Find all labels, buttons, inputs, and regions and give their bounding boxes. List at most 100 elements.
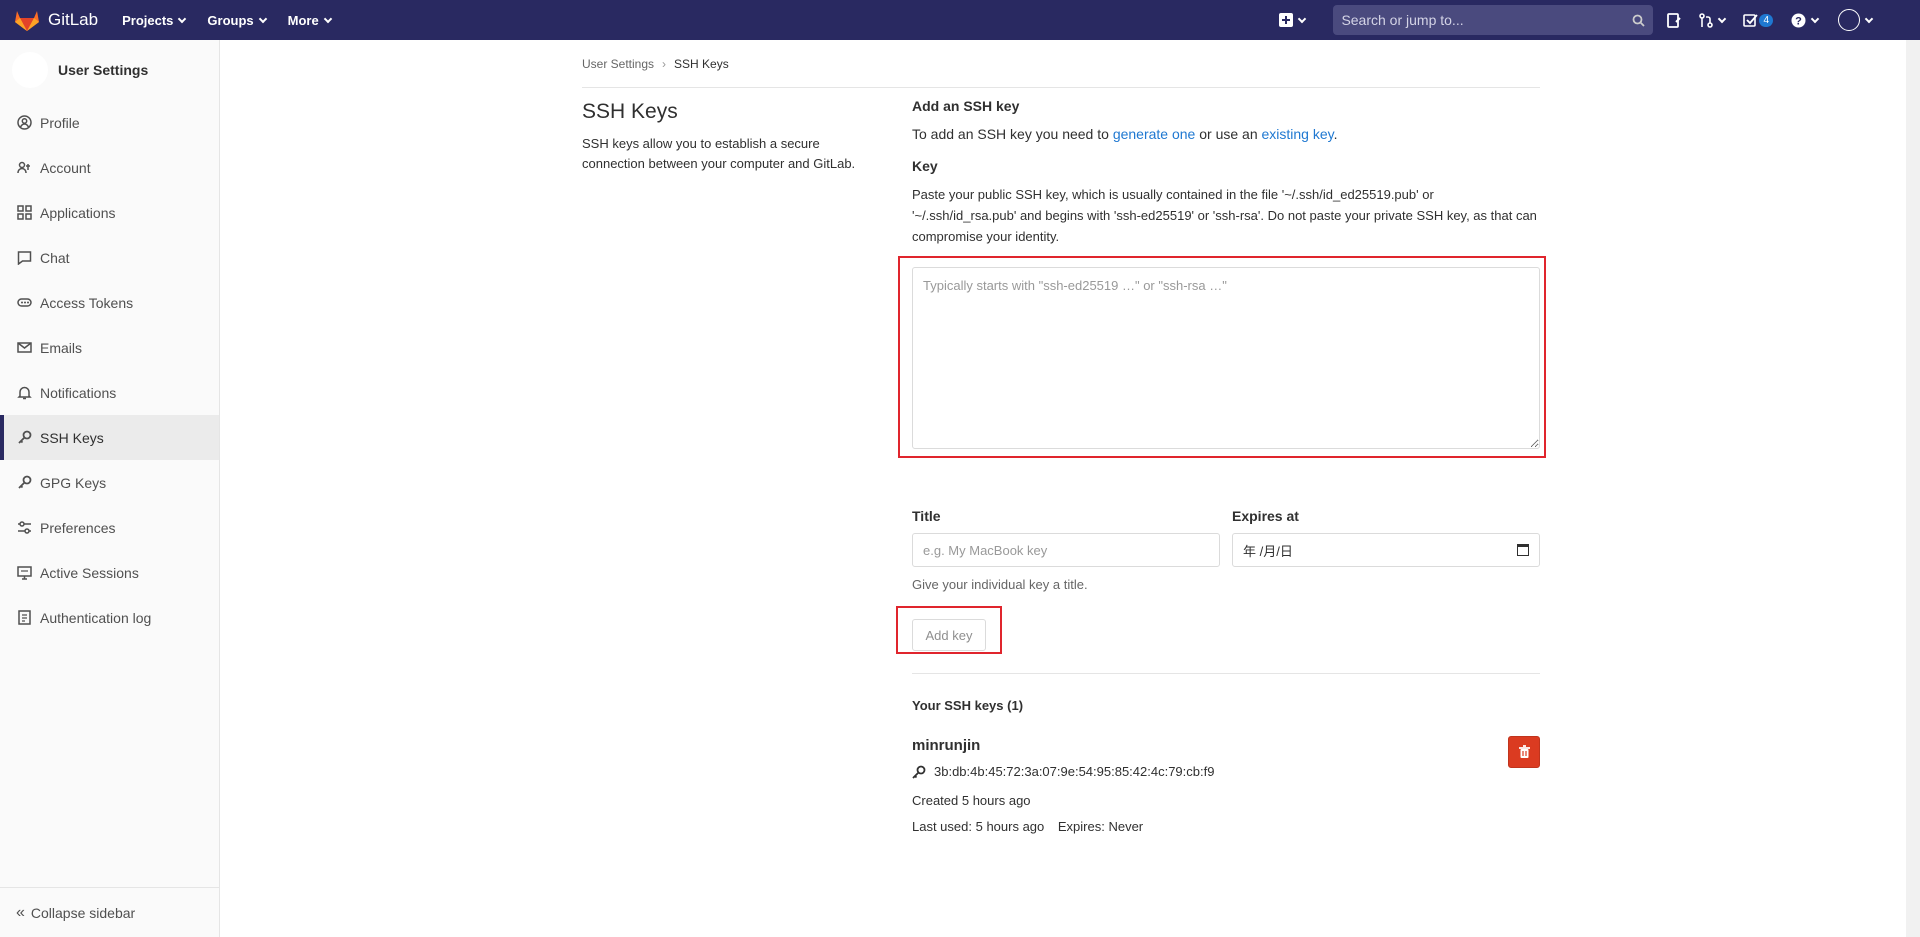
sidebar-item-preferences[interactable]: Preferences <box>0 505 219 550</box>
generate-one-link[interactable]: generate one <box>1113 126 1196 142</box>
add-key-intro: To add an SSH key you need to generate o… <box>912 126 1540 142</box>
collapse-sidebar-label: Collapse sidebar <box>30 904 136 921</box>
ssh-key-usage-row: Last used: 5 hours ago Expires: Never <box>912 819 1143 834</box>
ssh-key-expires: Expires: Never <box>1057 819 1144 834</box>
new-dropdown-button[interactable] <box>1279 6 1307 34</box>
key-label: Key <box>912 158 938 174</box>
mail-icon <box>16 340 32 356</box>
applications-icon <box>16 205 32 221</box>
chat-icon <box>16 250 32 266</box>
collapse-sidebar-button[interactable]: « Collapse sidebar <box>0 887 219 937</box>
key-icon <box>16 475 32 491</box>
todo-icon <box>1743 14 1759 27</box>
intro-middle: or use an <box>1195 126 1262 142</box>
preferences-icon <box>16 520 32 536</box>
account-icon <box>16 160 32 176</box>
nav-projects[interactable]: Projects <box>122 12 187 28</box>
page-scrollbar[interactable] <box>1906 40 1920 937</box>
sidebar-item-profile[interactable]: Profile <box>0 100 219 145</box>
sidebar-item-chat[interactable]: Chat <box>0 235 219 280</box>
sidebar-item-account[interactable]: Account <box>0 145 219 190</box>
search-box[interactable] <box>1333 5 1654 35</box>
sidebar-item-active-sessions[interactable]: Active Sessions <box>0 550 219 595</box>
nav-menu: Projects Groups More <box>122 13 353 28</box>
expires-date-value: 年 /月/日 <box>1243 543 1293 559</box>
sidebar-item-authentication-log[interactable]: Authentication log <box>0 595 219 640</box>
delete-key-button[interactable] <box>1508 736 1540 768</box>
sidebar-title: User Settings <box>58 62 149 78</box>
ssh-key-fingerprint-row: 3b:db:4b:45:72:3a:07:9e:54:95:85:42:4c:7… <box>912 764 1214 779</box>
merge-requests-button[interactable] <box>1699 6 1727 34</box>
existing-key-link[interactable]: existing key <box>1262 126 1334 142</box>
search-input[interactable] <box>1341 12 1633 28</box>
token-icon <box>16 295 32 311</box>
ssh-key-created: Created 5 hours ago <box>912 793 1031 808</box>
sidebar-item-gpg-keys[interactable]: GPG Keys <box>0 460 219 505</box>
todos-button[interactable]: 4 <box>1743 6 1773 34</box>
ssh-key-fingerprint: 3b:db:4b:45:72:3a:07:9e:54:95:85:42:4c:7… <box>934 764 1215 779</box>
gitlab-logo-icon <box>15 11 39 31</box>
breadcrumb: User Settings › SSH Keys <box>582 40 1540 88</box>
sidebar-menu: Profile Account Applications Chat Access Tok… <box>0 100 219 640</box>
key-icon <box>16 430 32 446</box>
sidebar-item-label: Applications <box>40 204 116 221</box>
sidebar-item-label: GPG Keys <box>40 474 107 491</box>
issues-icon <box>1667 12 1682 28</box>
profile-icon <box>16 115 32 131</box>
main-content: User Settings › SSH Keys SSH Keys SSH ke… <box>582 40 1546 834</box>
chevron-down-icon <box>1298 14 1307 23</box>
sidebar-item-label: Notifications <box>40 384 117 401</box>
issues-button[interactable] <box>1667 6 1682 34</box>
add-ssh-key-heading: Add an SSH key <box>912 98 1020 114</box>
your-ssh-keys-heading: Your SSH keys (1) <box>912 698 1024 713</box>
intro-suffix: . <box>1333 126 1338 142</box>
user-avatar <box>1838 9 1860 31</box>
sidebar-item-label: Active Sessions <box>40 564 139 581</box>
gitlab-home-link[interactable]: GitLab <box>14 0 98 40</box>
sidebar-item-access-tokens[interactable]: Access Tokens <box>0 280 219 325</box>
settings-sidebar: User Settings Profile Account Applications… <box>0 40 220 937</box>
chevron-down-icon <box>1810 14 1820 23</box>
sidebar-item-label: Emails <box>40 339 83 356</box>
sidebar-item-label: SSH Keys <box>40 429 104 446</box>
page-title: SSH Keys <box>582 100 678 123</box>
top-navbar: GitLab Projects Groups More 4 ? <box>0 0 1920 40</box>
trash-icon <box>1518 745 1530 758</box>
title-input[interactable] <box>912 533 1220 567</box>
title-label: Title <box>912 508 941 524</box>
nav-groups-label: Groups <box>207 12 254 28</box>
nav-more[interactable]: More <box>287 12 332 28</box>
log-icon <box>16 610 32 626</box>
sidebar-item-emails[interactable]: Emails <box>0 325 219 370</box>
svg-text:?: ? <box>1795 15 1802 27</box>
double-chevron-left-icon: « <box>16 903 25 921</box>
breadcrumb-ssh-keys[interactable]: SSH Keys <box>674 57 729 71</box>
calendar-icon[interactable] <box>1517 544 1529 556</box>
key-textarea[interactable] <box>912 267 1540 449</box>
chevron-down-icon <box>1718 14 1727 23</box>
section-divider <box>912 673 1540 674</box>
nav-groups[interactable]: Groups <box>207 12 267 28</box>
sidebar-item-notifications[interactable]: Notifications <box>0 370 219 415</box>
nav-more-label: More <box>287 12 319 28</box>
ssh-key-title[interactable]: minrunjin <box>912 737 980 754</box>
help-button[interactable]: ? <box>1791 6 1820 34</box>
expires-date-input[interactable]: 年 /月/日 <box>1232 533 1540 567</box>
merge-request-icon <box>1699 12 1714 28</box>
chevron-down-icon <box>1864 14 1874 23</box>
sidebar-item-label: Chat <box>40 249 70 266</box>
sidebar-item-applications[interactable]: Applications <box>0 190 219 235</box>
page-intro: SSH Keys SSH keys allow you to establish… <box>582 96 882 174</box>
sidebar-item-label: Access Tokens <box>40 294 134 311</box>
user-menu-button[interactable] <box>1838 6 1874 34</box>
chevron-down-icon <box>178 14 187 23</box>
todos-count-badge: 4 <box>1759 13 1773 27</box>
breadcrumb-user-settings[interactable]: User Settings <box>582 57 654 71</box>
nav-projects-label: Projects <box>122 12 174 28</box>
sidebar-item-ssh-keys[interactable]: SSH Keys <box>0 415 219 460</box>
search-icon <box>1633 14 1646 27</box>
breadcrumb-separator-icon: › <box>662 56 667 71</box>
add-key-button[interactable]: Add key <box>912 619 986 651</box>
sidebar-context-header[interactable]: User Settings <box>0 40 219 100</box>
title-help-text: Give your individual key a title. <box>912 577 1088 592</box>
